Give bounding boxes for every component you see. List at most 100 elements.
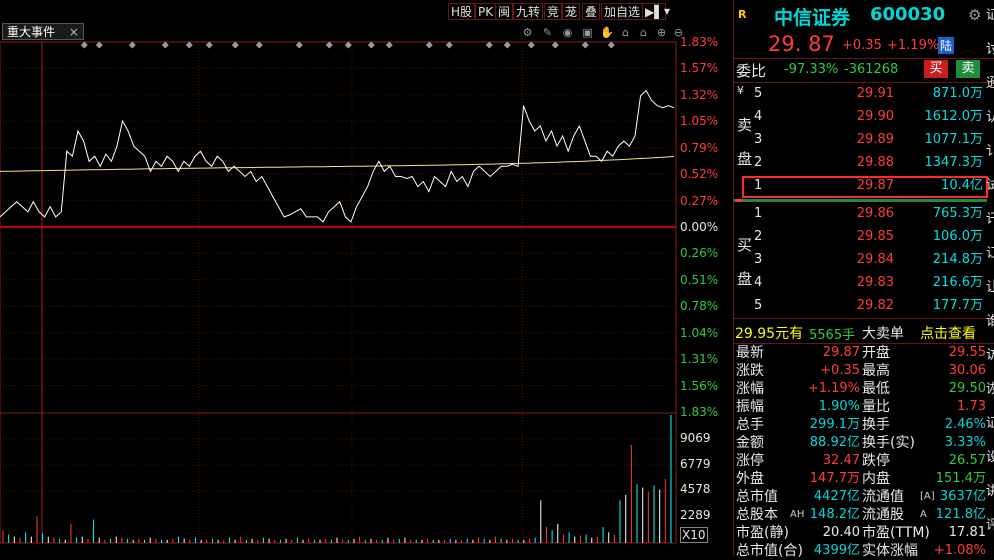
stat-value: +1.19% [807,381,860,396]
stat-label: 量比 [862,399,890,415]
volume: 1077.1万 [924,132,984,147]
weibi-label: 委比 [736,62,767,80]
stat-value: 151.4万 [935,471,986,486]
r-badge: R [738,8,747,21]
sell-button[interactable]: 卖 [956,60,980,78]
stat-value: 4427亿 [813,489,860,504]
axis-label-down: 1.04% [680,325,719,340]
edge-glyph: 试 [986,178,994,193]
axis-label-down: 1.83% [680,405,719,419]
stat-label: 涨停 [736,453,764,469]
volume-axis-label: 4578 [680,482,711,496]
intraday-chart-pane[interactable]: H股 PK 闽 九转 竞 茏 叠 加自选 ▶▌ ▾ 重大事件 × ⚙ ✎ ◉ ▣… [0,0,733,556]
axis-label-up: 1.83% [680,35,719,49]
stat-label: 外盘 [736,471,764,487]
volume-axis-label: 6779 [680,456,711,471]
axis-label-zero: 0.00% [680,220,719,234]
weibi-pct: -97.33% [784,62,839,77]
stat-label: 开盘 [862,345,890,361]
stat-tag: AH [790,509,805,520]
edge-glyph: 讠 [986,144,994,159]
volume: 177.7万 [932,298,983,313]
stat-value: 29.50 [948,381,986,396]
stat-label: 涨跌 [736,363,764,379]
axis-label-down: 0.26% [680,246,719,261]
stat-value: 29.87 [822,345,860,360]
bid-row[interactable]: 2 29.85 106.0万 [734,226,989,248]
bid-row[interactable]: 1 29.86 765.3万 [734,203,989,225]
axis-label-down: 0.51% [680,272,719,287]
price-change-pct: +1.19% [887,38,940,53]
bigorder-link[interactable]: 点击查看 [920,323,976,343]
bigorder-hands: 5565手 [809,328,856,343]
edge-glyph: 证 [986,8,994,23]
stock-name: 中信证券 [774,7,851,29]
volume-unit: X10 [680,527,708,543]
ask-row[interactable]: 2 29.88 1347.3万 [734,152,989,174]
stat-value: 147.7万 [809,471,860,486]
stat-label: 市盈(静) [736,525,789,541]
axis-label-down: 0.78% [680,299,719,314]
stat-label: 实体涨幅 [862,543,918,559]
edge-glyph: 认 [986,110,994,125]
bid-row[interactable]: 5 29.82 177.7万 [734,295,989,317]
stat-label: 总手 [736,417,764,433]
stat-label: 流通值 [862,489,904,505]
ask-row[interactable]: 3 29.89 1077.1万 [734,129,989,151]
stat-value: +1.08% [933,543,986,558]
level: 5 [754,298,763,313]
stat-value: 1.73 [957,399,986,414]
axis-label-up: 0.79% [680,140,719,155]
price: 29.90 [856,109,894,124]
stat-value: 121.8亿 [935,507,986,522]
price: 29.83 [856,275,894,290]
axis-label-up: 0.27% [680,193,719,208]
ask-row[interactable]: 4 29.90 1612.0万 [734,106,989,128]
stat-label: 总市值(合) [736,543,803,559]
stat-label: 涨幅 [736,381,764,397]
volume: 1612.0万 [924,109,984,124]
weibi-diff: -361268 [844,62,899,77]
bid-row[interactable]: 3 29.84 214.8万 [734,249,989,271]
volume-axis-label: 9069 [680,431,711,445]
price: 29.86 [856,206,894,221]
volume-bars [2,415,672,543]
last-price: 29. 87 [768,32,835,56]
event-markers [80,41,615,49]
spread-bar [734,199,987,202]
chart-canvas[interactable] [0,0,733,556]
stat-label: 流通股 [862,507,904,523]
stat-label: 最新 [736,345,764,361]
edge-glyph: 诙 [986,382,994,397]
price: 29.82 [856,298,894,313]
stat-value: 148.2亿 [809,507,860,522]
stat-label: 内盘 [862,471,890,487]
stat-tag: [A] [920,491,935,502]
quote-panel: R 中信证券 600030 ⚙ 29. 87 +0.35 +1.19% 陆 委比… [733,0,994,559]
stat-value: 32.47 [822,453,860,468]
stat-value: 3.33% [944,435,986,450]
edge-glyph: 证 [986,416,994,431]
chart-grid [0,41,677,544]
edge-glyph: 让 [986,280,994,295]
axis-label-up: 0.52% [680,167,719,182]
stat-label: 总市值 [736,489,778,505]
bigorder-amount: 29.95元有 [735,326,804,342]
level: 2 [754,229,763,244]
stat-value: 30.06 [948,363,986,378]
edge-glyph: 讦 [986,212,994,227]
bid-row[interactable]: 4 29.83 216.6万 [734,272,989,294]
hk-connect-flag: 陆 [938,37,955,54]
stat-value: 2.46% [944,417,986,432]
edge-glyph: 讧 [986,246,994,261]
axis-label-down: 1.56% [680,378,719,393]
ask-row[interactable]: 5 29.91 871.0万 [734,83,989,105]
edge-glyph: 评 [986,518,994,533]
gear-icon[interactable]: ⚙ [968,6,981,24]
stat-label: 金额 [736,435,764,451]
volume: 1347.3万 [924,155,984,170]
edge-glyph: 谁 [986,314,994,329]
buy-button[interactable]: 买 [924,60,948,78]
stat-value: 17.81 [948,525,986,540]
stat-value: 1.90% [818,399,860,414]
